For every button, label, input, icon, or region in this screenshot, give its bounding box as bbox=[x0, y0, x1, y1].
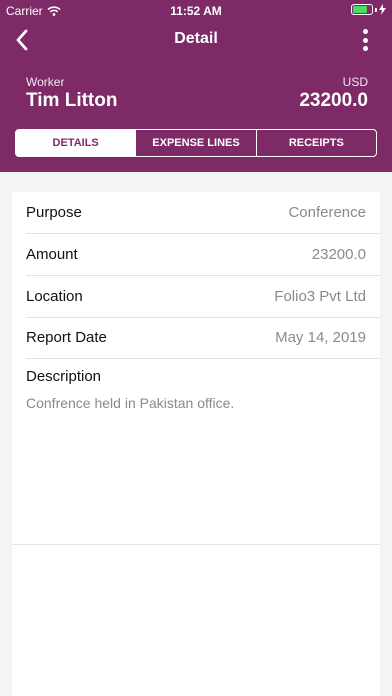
page-title: Detail bbox=[174, 30, 218, 47]
description-text: Confrence held in Pakistan office. bbox=[26, 395, 235, 411]
detail-label: Purpose bbox=[26, 204, 82, 221]
status-time: 11:52 AM bbox=[170, 4, 222, 18]
tab-receipts[interactable]: RECEIPTS bbox=[255, 130, 376, 156]
worker-label: Worker bbox=[26, 75, 65, 89]
battery-icon bbox=[351, 4, 373, 15]
detail-row-report-date: Report Date May 14, 2019 bbox=[26, 317, 380, 359]
more-options-button[interactable] bbox=[358, 28, 372, 52]
tab-expense-lines[interactable]: EXPENSE LINES bbox=[135, 130, 255, 156]
detail-value: 23200.0 bbox=[311, 246, 366, 263]
detail-value: May 14, 2019 bbox=[275, 329, 366, 346]
more-vertical-icon bbox=[362, 29, 368, 34]
nav-bar: Detail bbox=[0, 24, 392, 56]
segmented-tabs: DETAILS EXPENSE LINES RECEIPTS bbox=[15, 129, 377, 157]
details-card: Purpose Conference Amount 23200.0 Locati… bbox=[12, 192, 380, 696]
detail-label: Location bbox=[26, 288, 83, 305]
tab-details[interactable]: DETAILS bbox=[16, 130, 136, 156]
detail-value: Folio3 Pvt Ltd bbox=[274, 288, 366, 305]
currency-label: USD bbox=[342, 75, 368, 89]
app-header: Carrier 11:52 AM Detail Worker Tim Litto… bbox=[0, 0, 392, 172]
detail-label: Amount bbox=[26, 246, 78, 263]
detail-row-location: Location Folio3 Pvt Ltd bbox=[26, 276, 380, 318]
battery-indicator bbox=[351, 4, 386, 15]
detail-value: Conference bbox=[288, 204, 366, 221]
detail-row-purpose: Purpose Conference bbox=[26, 192, 380, 234]
divider bbox=[12, 544, 380, 545]
status-bar: Carrier 11:52 AM bbox=[0, 0, 392, 20]
worker-name: Tim Litton bbox=[26, 90, 118, 111]
detail-row-amount: Amount 23200.0 bbox=[26, 234, 380, 276]
total-amount: 23200.0 bbox=[299, 90, 368, 111]
detail-label: Report Date bbox=[26, 329, 107, 346]
charging-icon bbox=[379, 4, 386, 15]
description-label: Description bbox=[26, 368, 102, 385]
